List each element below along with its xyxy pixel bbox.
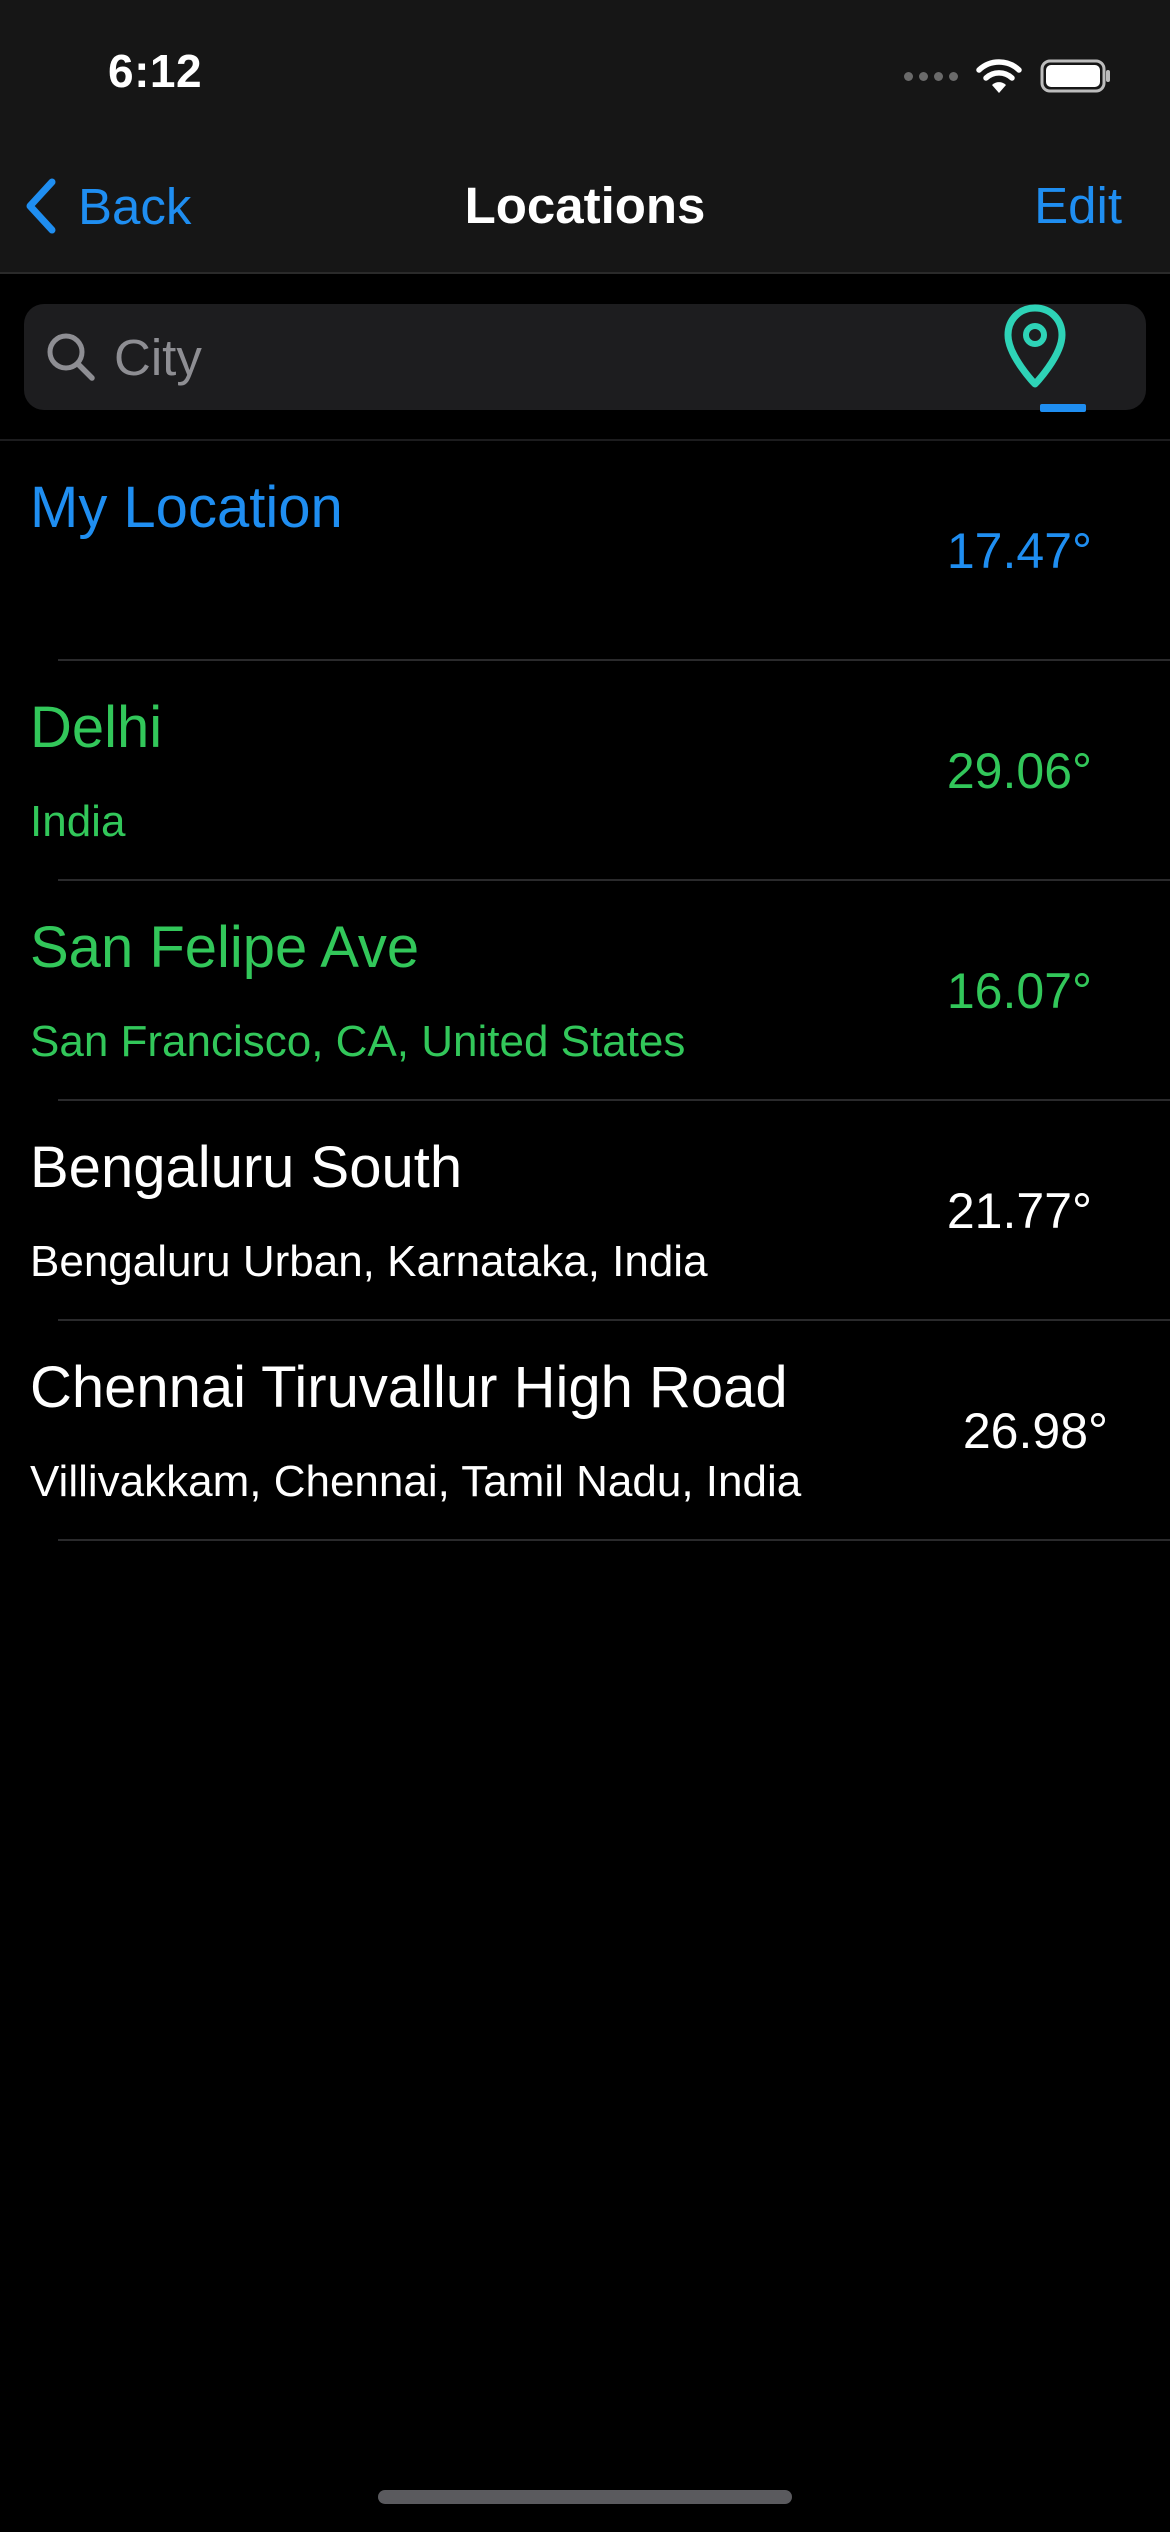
top-bar: 6:12 Back Locations Edit: [0, 0, 1170, 274]
location-name: Chennai Tiruvallur High Road: [30, 1355, 788, 1420]
wifi-icon: [976, 58, 1022, 94]
city-search-input[interactable]: [114, 304, 1014, 410]
location-temperature: 16.07°: [946, 963, 1092, 1019]
search-bar: [24, 304, 1146, 410]
location-name: Bengaluru South: [30, 1135, 463, 1200]
location-name: Delhi: [30, 695, 163, 760]
location-subtitle: India: [30, 797, 126, 846]
edit-button[interactable]: Edit: [1034, 176, 1122, 236]
row-divider: [58, 1539, 1170, 1541]
location-row-san-felipe-ave[interactable]: San Felipe Ave San Francisco, CA, United…: [0, 881, 1170, 1101]
location-list: My Location 17.47° Delhi India 29.06° Sa…: [0, 441, 1170, 1541]
status-icons: [904, 56, 1112, 96]
status-time: 6:12: [108, 45, 203, 97]
location-row-delhi[interactable]: Delhi India 29.06°: [0, 661, 1170, 881]
chevron-left-icon: [26, 178, 56, 234]
back-label: Back: [78, 177, 192, 235]
location-temperature: 17.47°: [946, 523, 1092, 579]
location-temperature: 21.77°: [946, 1183, 1092, 1239]
location-name: San Felipe Ave: [30, 915, 420, 980]
location-temperature: 29.06°: [946, 743, 1092, 799]
location-subtitle: Bengaluru Urban, Karnataka, India: [30, 1237, 708, 1286]
location-row-bengaluru-south[interactable]: Bengaluru South Bengaluru Urban, Karnata…: [0, 1101, 1170, 1321]
current-location-indicator: [1040, 404, 1086, 412]
back-button[interactable]: Back: [24, 176, 191, 236]
location-row-my-location[interactable]: My Location 17.47°: [0, 441, 1170, 661]
location-row-chennai-tiruvallur-high-road[interactable]: Chennai Tiruvallur High Road Villivakkam…: [0, 1321, 1170, 1541]
cellular-signal-icon: [904, 71, 958, 81]
search-icon: [47, 333, 95, 381]
location-subtitle: Villivakkam, Chennai, Tamil Nadu, India: [30, 1457, 802, 1506]
location-subtitle: San Francisco, CA, United States: [30, 1017, 686, 1066]
home-indicator[interactable]: [378, 2490, 792, 2504]
location-name: My Location: [30, 475, 343, 540]
location-temperature: 26.98°: [962, 1403, 1108, 1459]
map-pin-icon[interactable]: [1002, 302, 1068, 410]
battery-icon: [1040, 58, 1112, 94]
